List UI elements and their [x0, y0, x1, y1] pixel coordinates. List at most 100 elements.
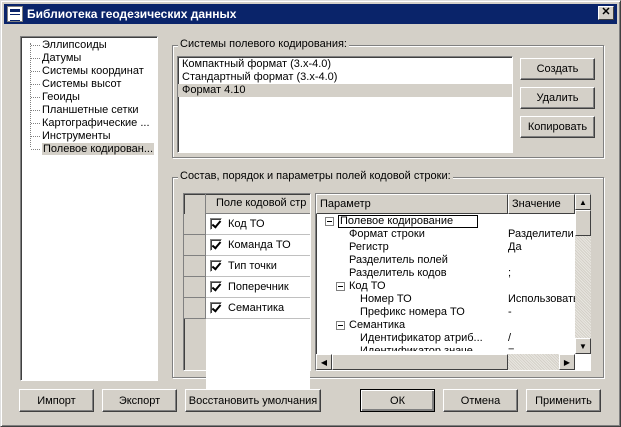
sidebar-item[interactable]: Полевое кодирован...	[21, 143, 157, 156]
param-name: Идентификатор значе...	[360, 345, 483, 351]
row-header[interactable]	[184, 214, 206, 235]
create-button[interactable]: Создать	[520, 58, 595, 80]
sidebar-item[interactable]: Геоиды	[21, 91, 157, 104]
cancel-button[interactable]: Отмена	[443, 389, 518, 412]
sidebar-item-label: Эллипсоиды	[42, 39, 107, 51]
row-header[interactable]	[184, 298, 206, 319]
sidebar-item[interactable]: Планшетные сетки	[21, 104, 157, 117]
field-cell: Тип точки	[206, 256, 310, 277]
field-label: Поперечник	[228, 281, 289, 293]
coding-systems-title: Системы полевого кодирования:	[178, 38, 349, 50]
param-row[interactable]: Код ТО	[316, 280, 575, 293]
scroll-up-icon[interactable]: ▲	[575, 194, 591, 210]
params-rows: Полевое кодирование Формат строки Разделит…	[316, 215, 575, 351]
field-cell: Команда ТО	[206, 235, 310, 256]
vertical-scroll-thumb[interactable]	[575, 210, 591, 236]
row-header[interactable]	[184, 235, 206, 256]
sidebar-item-label: Инструменты	[42, 130, 111, 142]
sidebar-item[interactable]: Картографические ...	[21, 117, 157, 130]
param-row[interactable]: Разделитель полей	[316, 254, 575, 267]
param-row[interactable]: Формат строки Разделители	[316, 228, 575, 241]
params-table-header: Параметр Значение	[316, 194, 575, 214]
field-row[interactable]: Код ТО	[184, 214, 310, 235]
sidebar-item-label: Полевое кодирован...	[42, 143, 155, 155]
field-checkbox[interactable]	[210, 239, 222, 251]
param-row[interactable]: Регистр Да	[316, 241, 575, 254]
param-name: Формат строки	[349, 228, 425, 240]
scroll-right-icon[interactable]: ▶	[559, 354, 575, 370]
collapse-icon[interactable]	[336, 282, 345, 291]
field-row[interactable]: Поперечник	[184, 277, 310, 298]
sidebar-item[interactable]: Системы высот	[21, 78, 157, 91]
param-name-column-header[interactable]: Параметр	[316, 194, 508, 214]
restore-defaults-button[interactable]: Восстановить умолчания	[185, 389, 321, 412]
close-button[interactable]: ✕	[598, 6, 614, 20]
collapse-icon[interactable]	[325, 217, 334, 226]
param-value: /	[508, 332, 512, 344]
row-header-corner	[184, 194, 206, 214]
field-label: Код ТО	[228, 218, 265, 230]
horizontal-scroll-thumb[interactable]	[332, 354, 508, 370]
ok-button[interactable]: ОК	[360, 389, 435, 412]
field-row[interactable]: Семантика	[184, 298, 310, 319]
sidebar-item-label: Картографические ...	[42, 117, 150, 129]
param-row[interactable]: Разделитель кодов;	[316, 267, 575, 280]
field-row[interactable]: Команда ТО	[184, 235, 310, 256]
scroll-left-icon[interactable]: ◀	[316, 354, 332, 370]
collapse-icon[interactable]	[336, 321, 345, 330]
vertical-scrollbar[interactable]: ▲ ▼	[575, 194, 591, 354]
field-cell: Семантика	[206, 298, 310, 319]
param-value: =	[508, 345, 515, 351]
row-header[interactable]	[184, 277, 206, 298]
field-label: Семантика	[228, 302, 285, 314]
delete-button[interactable]: Удалить	[520, 87, 595, 109]
param-row[interactable]: Идентификатор атриб... /	[316, 332, 575, 345]
sidebar-item-label: Системы координат	[42, 65, 144, 77]
sidebar-item[interactable]: Эллипсоиды	[21, 39, 157, 52]
param-row[interactable]: Идентификатор значе... =	[316, 345, 575, 351]
dialog-window: Библиотека геодезических данных ✕ Эллипс…	[0, 0, 621, 427]
param-value: -	[508, 306, 512, 318]
param-value: ;	[508, 267, 512, 279]
title-bar[interactable]: Библиотека геодезических данных ✕	[4, 4, 617, 24]
sidebar-item-label: Планшетные сетки	[42, 104, 139, 116]
sidebar-item[interactable]: Датумы	[21, 52, 157, 65]
sidebar-item[interactable]: Системы координат	[21, 65, 157, 78]
fields-column-header[interactable]: Поле кодовой стр	[206, 194, 310, 214]
app-icon	[7, 6, 23, 22]
window-title: Библиотека геодезических данных	[27, 7, 237, 21]
export-button[interactable]: Экспорт	[102, 389, 177, 412]
fields-grid-empty-area	[206, 319, 310, 391]
param-row[interactable]: Семантика	[316, 319, 575, 332]
sidebar-item[interactable]: Инструменты	[21, 130, 157, 143]
scroll-down-icon[interactable]: ▼	[575, 338, 591, 354]
apply-button[interactable]: Применить	[526, 389, 601, 412]
field-row[interactable]: Тип точки	[184, 256, 310, 277]
coding-system-item[interactable]: Компактный формат (3.x-4.0)	[178, 58, 512, 71]
horizontal-scrollbar[interactable]: ◀ ▶	[316, 354, 575, 370]
param-row[interactable]: Префикс номера ТО -	[316, 306, 575, 319]
param-row[interactable]: Номер ТО Использовать	[316, 293, 575, 306]
copy-button[interactable]: Копировать	[520, 116, 595, 138]
coding-systems-list[interactable]: Компактный формат (3.x-4.0) Стандартный ф…	[177, 56, 513, 153]
field-checkbox[interactable]	[210, 218, 222, 230]
param-value: Использовать	[508, 293, 575, 305]
field-checkbox[interactable]	[210, 281, 222, 293]
field-label: Команда ТО	[228, 239, 291, 251]
fields-grid[interactable]: Поле кодовой стр Код ТО Команда ТО Тип точ…	[183, 193, 311, 391]
param-name: Префикс номера ТО	[360, 306, 465, 318]
field-checkbox[interactable]	[210, 260, 222, 272]
import-button[interactable]: Импорт	[19, 389, 94, 412]
field-checkbox[interactable]	[210, 302, 222, 314]
param-value-column-header[interactable]: Значение	[508, 194, 575, 214]
params-table[interactable]: Параметр Значение Полевое кодирование Фор…	[315, 193, 591, 371]
param-name: Номер ТО	[360, 293, 412, 305]
param-row[interactable]: Полевое кодирование	[316, 215, 575, 228]
category-tree[interactable]: Эллипсоиды Датумы Системы координат Системы…	[20, 36, 158, 381]
coding-system-item[interactable]: Стандартный формат (3.x-4.0)	[178, 71, 512, 84]
field-label: Тип точки	[228, 260, 277, 272]
sidebar-item-label: Геоиды	[42, 91, 80, 103]
coding-system-item[interactable]: Формат 4.10	[178, 84, 512, 97]
row-header[interactable]	[184, 256, 206, 277]
param-name: Полевое кодирование	[338, 215, 478, 228]
